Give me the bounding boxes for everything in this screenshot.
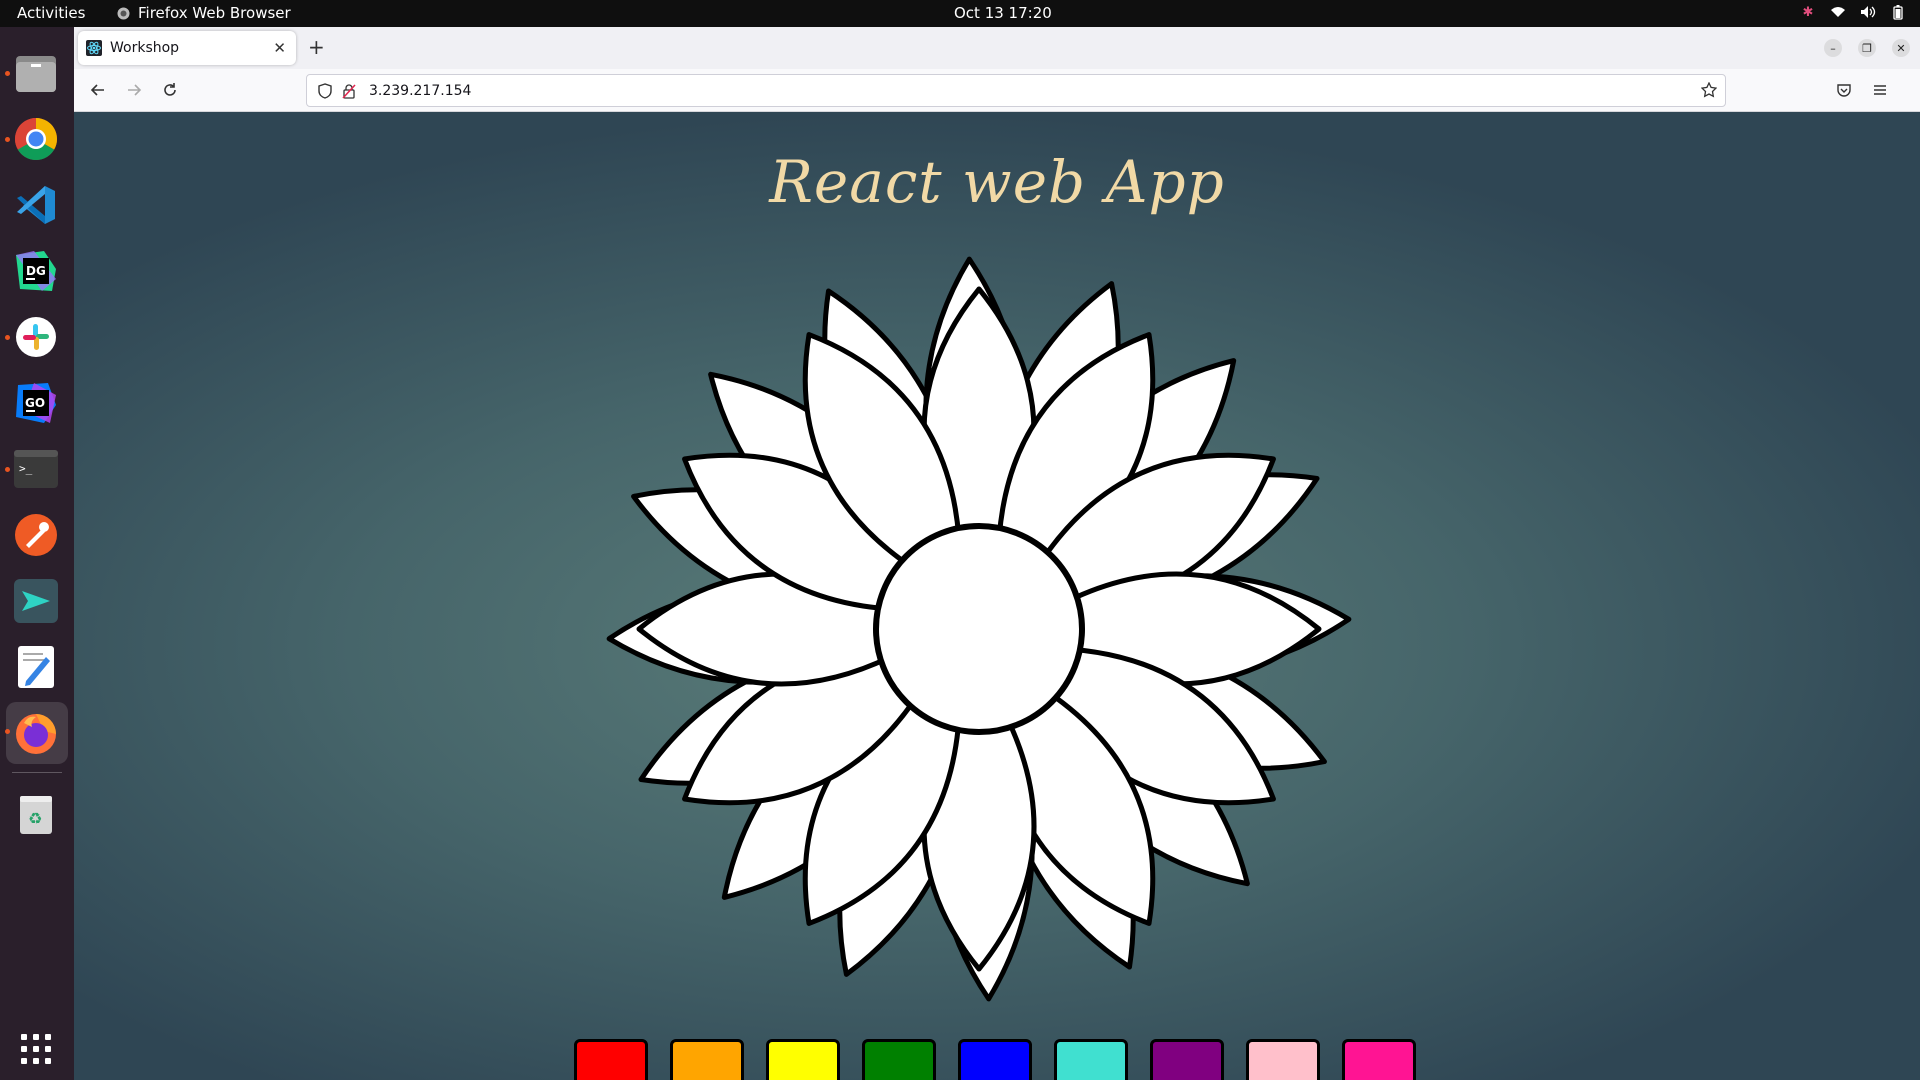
datagrip-icon[interactable]: DG <box>13 248 59 294</box>
firefox-icon[interactable] <box>13 710 59 756</box>
clock[interactable]: Oct 13 17:20 <box>954 4 1052 22</box>
color-swatch[interactable] <box>862 1039 936 1080</box>
running-indicator <box>5 467 10 472</box>
firefox-small-icon <box>117 7 130 19</box>
app-name-label: Firefox Web Browser <box>138 4 291 22</box>
svg-text:>_: >_ <box>19 462 33 475</box>
shield-icon[interactable] <box>317 82 333 99</box>
dock: DG GO >_ ♻ <box>0 27 74 1080</box>
color-swatch[interactable] <box>1150 1039 1224 1080</box>
show-apps-icon[interactable] <box>13 1029 59 1069</box>
svg-text:GO: GO <box>25 396 45 410</box>
app-menu[interactable]: Firefox Web Browser <box>117 4 291 22</box>
system-tray[interactable]: ✱ <box>1800 4 1906 20</box>
close-tab-icon[interactable]: ✕ <box>273 39 286 57</box>
terminal-icon[interactable]: >_ <box>13 446 59 492</box>
color-swatch[interactable] <box>1246 1039 1320 1080</box>
close-window-icon[interactable]: ✕ <box>1892 39 1910 57</box>
color-swatch[interactable] <box>766 1039 840 1080</box>
bookmark-star-icon[interactable] <box>1701 82 1717 98</box>
activities-button[interactable]: Activities <box>17 4 85 22</box>
pocket-icon[interactable] <box>1832 78 1856 102</box>
tab-title: Workshop <box>110 40 180 56</box>
files-icon[interactable] <box>13 50 59 96</box>
running-indicator <box>5 729 10 734</box>
color-swatch[interactable] <box>670 1039 744 1080</box>
insecure-lock-icon[interactable] <box>341 83 357 99</box>
running-indicator <box>5 137 10 142</box>
running-indicator <box>5 71 10 76</box>
menu-icon[interactable] <box>1868 78 1892 102</box>
page-content: React web App <box>74 112 1920 1080</box>
reload-icon[interactable] <box>158 78 182 102</box>
battery-icon[interactable] <box>1890 4 1906 20</box>
trash-icon[interactable]: ♻ <box>13 791 59 837</box>
forward-icon[interactable] <box>122 78 146 102</box>
back-icon[interactable] <box>86 78 110 102</box>
new-tab-icon[interactable]: + <box>308 35 325 59</box>
goland-icon[interactable]: GO <box>13 380 59 426</box>
running-indicator <box>5 335 10 340</box>
url-bar[interactable]: 3.239.217.154 <box>306 74 1726 107</box>
wifi-icon[interactable] <box>1830 4 1846 20</box>
restore-icon[interactable]: ❐ <box>1858 39 1876 57</box>
postman-icon[interactable] <box>13 512 59 558</box>
slack-tray-icon[interactable]: ✱ <box>1800 4 1816 20</box>
nav-bar: 3.239.217.154 <box>74 69 1920 112</box>
color-swatch[interactable] <box>574 1039 648 1080</box>
remote-desktop-icon[interactable] <box>13 578 59 624</box>
slack-icon[interactable] <box>13 314 59 360</box>
color-swatch[interactable] <box>1054 1039 1128 1080</box>
browser-window: Workshop ✕ + – ❐ ✕ 3.239.217.154 React w… <box>74 27 1920 1080</box>
svg-text:♻: ♻ <box>28 809 42 828</box>
url-text: 3.239.217.154 <box>369 82 472 99</box>
react-favicon-icon <box>86 40 102 56</box>
tab-strip: Workshop ✕ + – ❐ ✕ <box>74 27 1920 69</box>
flower-center[interactable] <box>873 523 1085 735</box>
vscode-icon[interactable] <box>13 182 59 228</box>
minimize-icon[interactable]: – <box>1824 39 1842 57</box>
text-editor-icon[interactable] <box>13 644 59 690</box>
flower-drawing <box>606 256 1352 1002</box>
svg-text:DG: DG <box>26 264 46 278</box>
color-swatch[interactable] <box>1342 1039 1416 1080</box>
tab-workshop[interactable]: Workshop ✕ <box>78 31 296 65</box>
chrome-icon[interactable] <box>13 116 59 162</box>
dock-separator <box>12 772 62 773</box>
top-bar: Activities Firefox Web Browser Oct 13 17… <box>0 0 1920 27</box>
volume-icon[interactable] <box>1860 4 1876 20</box>
color-swatch[interactable] <box>958 1039 1032 1080</box>
